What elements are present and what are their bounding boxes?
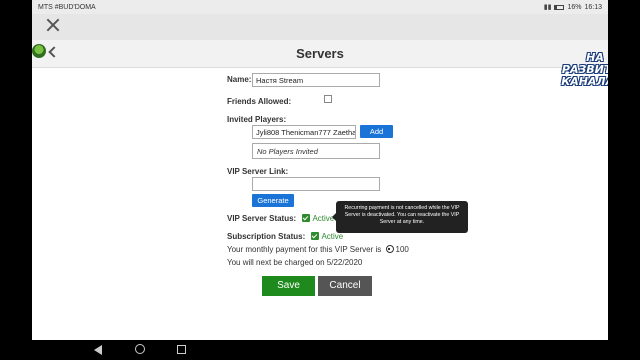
add-player-button[interactable]: Add: [360, 125, 393, 138]
subscription-toggle-icon[interactable]: [311, 232, 320, 240]
close-icon[interactable]: [46, 18, 60, 32]
robux-icon: [385, 245, 394, 253]
time-text: 16:13: [584, 3, 602, 11]
status-icons: ▮▮ 16% 16:13: [543, 3, 602, 12]
status-tooltip: Recurring payment is not cancelled while…: [332, 201, 468, 233]
android-nav-bar: [32, 340, 608, 360]
channel-watermark: НА РАЗВИТИЕ КАНАЛА_И: [561, 51, 608, 88]
subscription-status-value: Active: [321, 232, 344, 241]
page-header: Servers: [32, 40, 608, 68]
app-screen: MTS #BUD'DOMA ▮▮ 16% 16:13 Servers НА РА…: [32, 0, 608, 360]
battery-icon: [554, 4, 565, 10]
nav-home-icon[interactable]: [135, 344, 145, 354]
signal-icon: ▮▮: [543, 4, 552, 11]
nav-recent-apps-icon[interactable]: [177, 345, 186, 354]
vip-link-input[interactable]: [252, 177, 380, 191]
name-input[interactable]: Настя Stream: [252, 73, 380, 87]
battery-text: 16%: [567, 3, 582, 11]
next-charge-text: You will next be charged on 5/22/2020: [227, 258, 363, 267]
vip-status-row: VIP Server Status: Active: [227, 214, 334, 223]
carrier-text: MTS #BUD'DOMA: [38, 3, 96, 11]
monthly-amount: 100: [395, 245, 409, 254]
vip-status-label: VIP Server Status:: [227, 214, 297, 223]
vip-status-value: Active: [312, 214, 335, 223]
vip-link-label: VIP Server Link:: [227, 167, 289, 176]
monthly-payment-text: Your monthly payment for this VIP Server…: [227, 245, 409, 254]
generate-link-button[interactable]: Generate: [252, 194, 294, 207]
save-button[interactable]: Save: [262, 276, 315, 296]
close-bar: [32, 14, 608, 40]
invite-player-input[interactable]: Jyli808 Thenicman777 Zaethan: [252, 125, 356, 139]
page-title: Servers: [296, 46, 344, 61]
subscription-status-label: Subscription Status:: [227, 232, 306, 241]
friends-allowed-checkbox[interactable]: [324, 95, 332, 103]
nav-back-icon[interactable]: [94, 345, 102, 355]
subscription-status-row: Subscription Status: Active: [227, 232, 343, 241]
cancel-button[interactable]: Cancel: [318, 276, 372, 296]
friends-allowed-label: Friends Allowed:: [227, 97, 292, 106]
invited-players-list: No Players Invited: [252, 143, 380, 159]
invited-players-label: Invited Players:: [227, 115, 287, 124]
vip-status-toggle-icon[interactable]: [302, 214, 311, 222]
name-label: Name:: [227, 75, 252, 84]
status-bar: MTS #BUD'DOMA ▮▮ 16% 16:13: [32, 0, 608, 14]
